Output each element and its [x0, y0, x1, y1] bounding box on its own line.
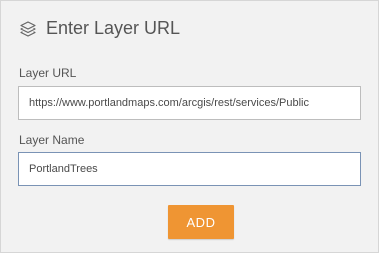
add-button[interactable]: ADD: [168, 205, 234, 239]
layers-icon: [18, 19, 38, 39]
layer-name-label: Layer Name: [19, 133, 85, 147]
panel-title: Enter Layer URL: [46, 18, 181, 38]
layer-url-label: Layer URL: [19, 66, 77, 80]
layer-url-input[interactable]: [18, 86, 361, 120]
enter-layer-url-panel: Enter Layer URL Layer URL Layer Name ADD: [0, 0, 379, 253]
layer-name-input[interactable]: [18, 152, 361, 186]
panel-header: Enter Layer URL: [18, 18, 180, 39]
